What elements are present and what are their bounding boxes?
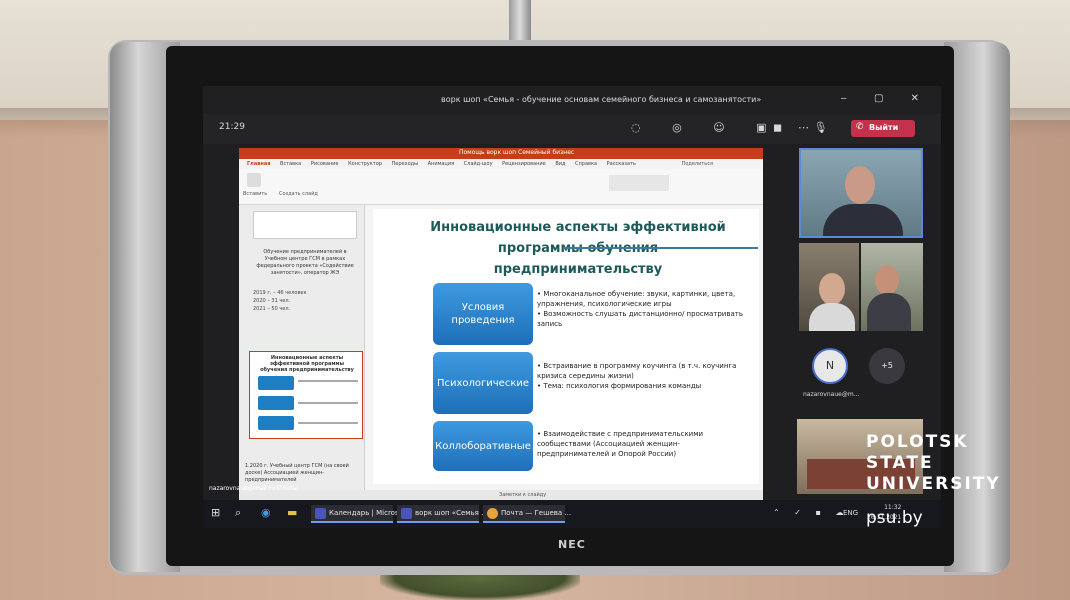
taskbar-app-label: ворк шоп «Семья ... [415,509,488,517]
windows-taskbar: ⊞ ⌕ ◉ ▬ Календарь | Micros... ворк шоп «… [203,500,941,528]
participant-face [819,273,845,305]
new-slide-label[interactable]: Создать слайд [279,191,318,197]
paste-label: Вставить [243,191,268,197]
box-conditions: Условия проведения [433,283,533,345]
bullets-psychological: • Встраивание в программу коучинга (в т.… [537,361,747,391]
ribbon: Вставить Создать слайд [239,169,763,205]
watermark-line: POLOTSK [866,432,969,452]
box-collaborative: Коллоборативные [433,421,533,471]
tab-insert[interactable]: Вставка [280,161,301,167]
tab-transitions[interactable]: Переходы [392,161,419,167]
file-explorer-icon[interactable]: ▬ [287,506,297,519]
monitor-brand: NEC [558,538,586,551]
slide-canvas: Инновационные аспекты эффективной програ… [373,209,759,484]
leave-button[interactable]: ✆ Выйти [851,120,915,137]
screen: ворк шоп «Семья - обучение основам семей… [203,86,941,528]
phone-icon: ✆ [856,122,864,132]
thumb2-box-2 [258,396,294,410]
participant-name: nazarovnaue@m... [803,391,860,398]
tab-view[interactable]: Вид [555,161,565,167]
thumb-list: 2019 г. – 46 человек 2020 – 31 чел. 2021… [253,289,357,313]
slide-thumb-current[interactable]: Инновационные аспекты эффективной програ… [249,351,363,439]
search-icon[interactable]: ⌕ [235,506,241,520]
window-title: ворк шоп «Семья - обучение основам семей… [441,95,762,104]
tab-review[interactable]: Рецензирование [502,161,546,167]
thumb2-box-1 [258,376,294,390]
speaker-face [845,166,875,204]
slide-thumbnails: Обучение предпринимателей в Учебном цент… [239,205,365,490]
call-timer: 21:29 [219,122,245,132]
tab-animation[interactable]: Анимация [428,161,454,167]
taskbar-app-calendar[interactable]: Календарь | Micros... [311,505,405,523]
participant-video-speaker[interactable] [799,148,923,238]
bullet: • Встраивание в программу коучинга (в т.… [537,362,737,380]
ppt-titlebar: Помощь ворк шоп Семейный бизнес [239,148,763,159]
thumb-text: Обучение предпринимателей в Учебном цент… [256,249,354,276]
paste-icon[interactable] [247,173,261,187]
taskbar-app-chrome[interactable]: Почта — Гешева ... [483,505,571,523]
bullet: • Тема: психология формирования команды [537,382,702,390]
shared-powerpoint: Помощь ворк шоп Семейный бизнес Главная … [239,148,763,500]
taskbar-app-label: Почта — Гешева ... [501,509,572,517]
local-user-label: nazarovnaue@mail.ru (гость) [209,485,299,492]
slide-title-line: Инновационные аспекты эффективной [430,220,726,235]
ribbon-tabs: Главная Вставка Рисование Конструктор Пе… [239,159,763,169]
psu-watermark: POLOTSK STATE UNIVERSITY [866,432,1001,495]
thumb-foot: 1.2020 г. Учебный центр ГСМ (на своей до… [245,463,349,483]
call-toolbar: 21:29 ◌ ◎ ☺ ▣ ⋯ ◼ 🎙 ⬆ ✆ Выйти [203,114,941,144]
participant-video-2[interactable] [799,243,859,331]
edge-icon[interactable]: ◉ [261,506,271,519]
watermark-site: psu.by [866,508,923,528]
tab-slideshow[interactable]: Слайд-шоу [464,161,493,167]
thumb2-line [298,380,358,382]
tab-draw[interactable]: Рисование [311,161,339,167]
participant-video-3[interactable] [861,243,923,331]
thumb-list-item: 2019 г. – 46 человек [253,290,307,296]
window-controls[interactable]: ‒ ▢ ✕ [840,93,931,104]
tab-home[interactable]: Главная [247,161,270,167]
participant-body [867,293,911,331]
bullet: • Многоканальное обучение: звуки, картин… [537,290,736,308]
thumb-list-item: 2021 – 50 чел. [253,306,291,312]
thumb-list-item: 2020 – 31 чел. [253,298,291,304]
ppt-status-bar: Заметки к слайду [239,490,763,500]
more-participants-badge[interactable]: +5 [869,348,905,384]
teams-icon [401,508,412,519]
title-underline [563,247,758,249]
tab-tell-me[interactable]: Рассказать [607,161,636,167]
taskbar-app-teams[interactable]: ворк шоп «Семья ... [397,505,488,523]
bullets-conditions: • Многоканальное обучение: звуки, картин… [537,289,747,329]
windows-start-icon[interactable]: ⊞ [211,506,220,519]
teams-titlebar: ворк шоп «Семья - обучение основам семей… [203,86,941,114]
calendar-icon [315,508,326,519]
share-button[interactable]: Поделиться [682,161,713,167]
ppt-title: Помощь ворк шоп Семейный бизнес [459,149,575,156]
leave-label: Выйти [869,123,899,132]
tab-help[interactable]: Справка [575,161,597,167]
watermark-line: STATE [866,453,934,473]
participant-avatar[interactable]: N [812,348,848,384]
thumb2-line [298,402,358,404]
participant-face [875,265,899,295]
bullet: • Возможность слушать дистанционно/ прос… [537,310,743,328]
watermark-line: UNIVERSITY [866,474,1001,494]
taskbar-app-label: Календарь | Micros... [329,509,406,517]
tab-design[interactable]: Конструктор [348,161,382,167]
speaker-suit [823,204,903,236]
thumb2-title: Инновационные аспекты эффективной програ… [260,355,354,373]
system-tray-icons[interactable]: ⌃ ✓ ▪ ☁ [773,508,849,517]
notes-placeholder[interactable]: Заметки к слайду [499,492,546,498]
thumb2-box-3 [258,416,294,430]
bullets-collaborative: • Взаимодействие с предпринимательскими … [537,429,747,459]
box-psychological: Психологические [433,352,533,414]
chrome-icon [487,508,498,519]
input-language[interactable]: ENG [843,509,858,517]
thumb2-line [298,422,358,424]
participant-body [809,303,855,331]
slide-thumb-1[interactable] [253,211,357,239]
shape-gallery[interactable] [609,175,669,191]
bullet: • Взаимодействие с предпринимательскими … [537,430,704,458]
slide-title-line: предпринимательству [493,262,663,277]
